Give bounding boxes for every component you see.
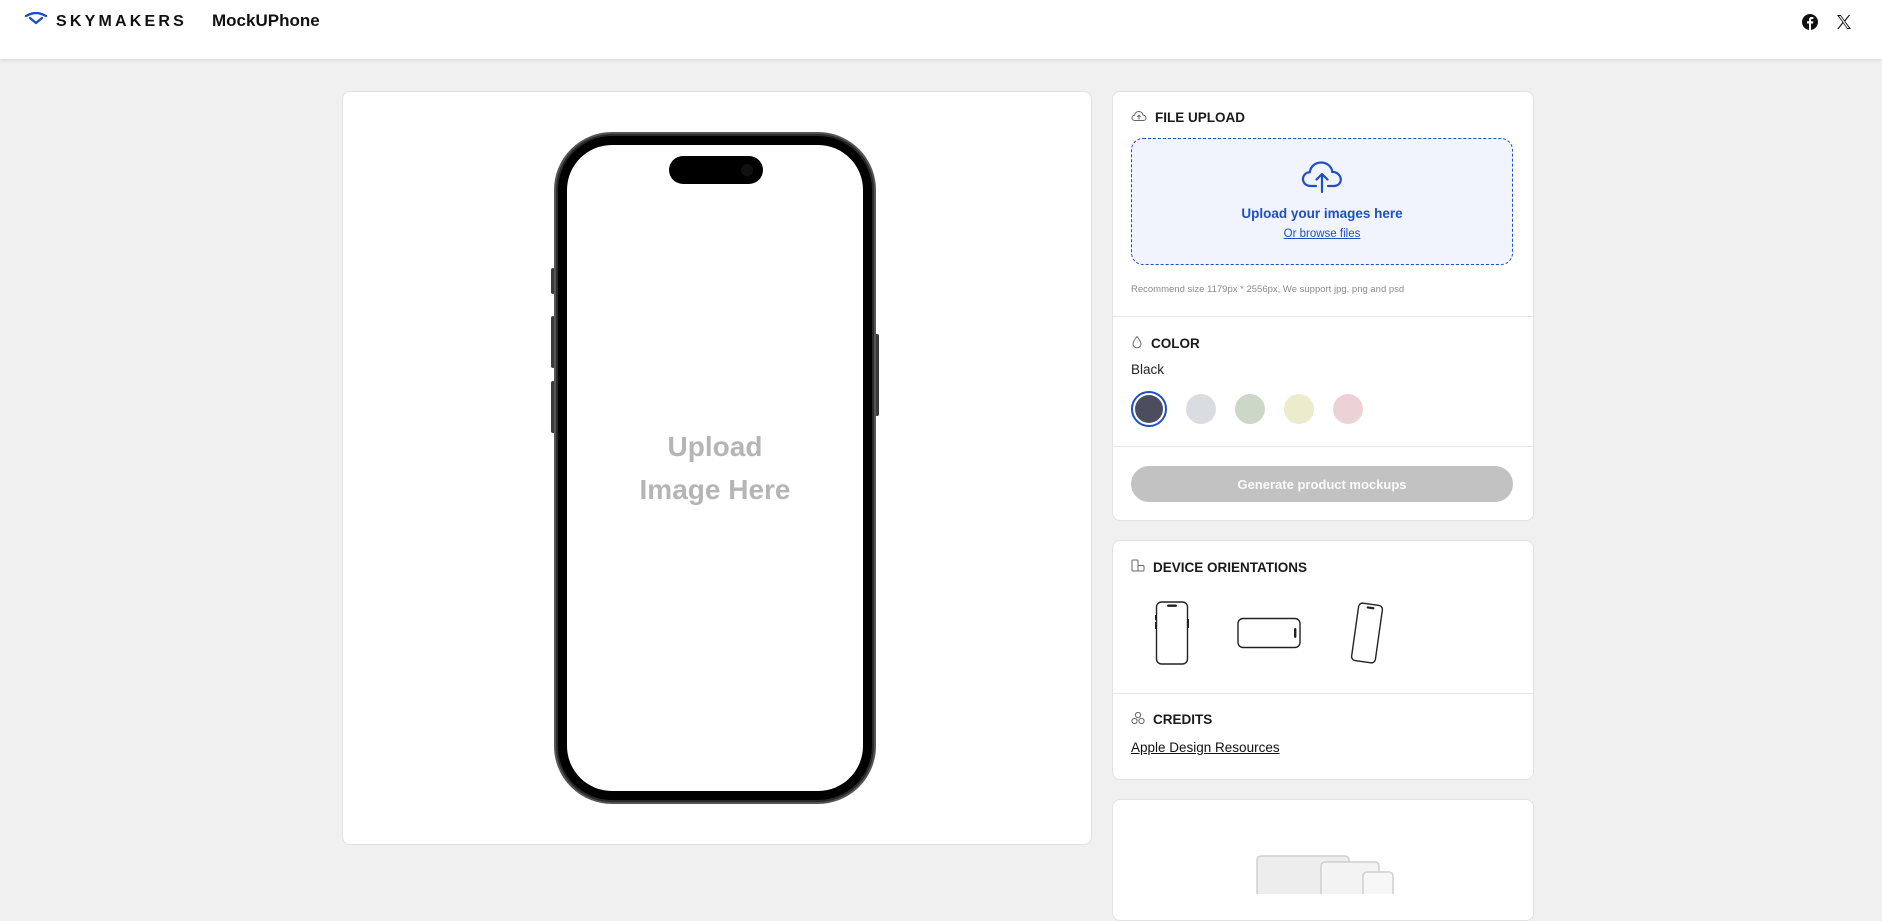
swatch-black[interactable]: [1131, 391, 1167, 427]
skymakers-logo-icon: [24, 11, 48, 31]
upload-placeholder-line2: Image Here: [639, 474, 791, 505]
orientation-credits-card: DEVICE ORIENTATIONS CREDITS Apple Design…: [1112, 540, 1534, 780]
facebook-icon[interactable]: [1802, 14, 1818, 30]
product-name[interactable]: MockUPhone: [212, 11, 320, 31]
selected-color-name: Black: [1131, 362, 1165, 377]
device-orientations-title: DEVICE ORIENTATIONS: [1153, 560, 1308, 575]
promo-card: [1112, 799, 1534, 921]
cloud-upload-large-icon: [1300, 159, 1344, 198]
settings-card: FILE UPLOAD Upload your images here Or b…: [1112, 91, 1534, 521]
mockup-preview-panel: Upload Image Here: [342, 91, 1092, 845]
x-icon[interactable]: [1836, 14, 1852, 30]
top-header: SKYMAKERS MockUPhone: [0, 0, 1882, 59]
devices-illustration-icon: [1255, 854, 1405, 899]
brand-logo[interactable]: SKYMAKERS: [24, 11, 188, 31]
upload-placeholder-line1: Upload: [667, 431, 763, 462]
credits-title: CREDITS: [1153, 712, 1213, 727]
tilted-orientation-icon[interactable]: [1349, 601, 1385, 665]
phone-screen[interactable]: Upload Image Here: [567, 145, 863, 791]
upload-size-hint: Recommend size 1179px * 2556px, We suppo…: [1131, 284, 1405, 295]
brand-name: SKYMAKERS: [56, 12, 188, 30]
file-upload-title: FILE UPLOAD: [1155, 110, 1245, 125]
swatch-yellow[interactable]: [1284, 394, 1314, 424]
color-title: COLOR: [1151, 336, 1200, 351]
orientation-icon: [1131, 559, 1145, 576]
browse-files-link[interactable]: Or browse files: [1284, 228, 1361, 240]
color-swatches: [1131, 391, 1363, 427]
swatch-green[interactable]: [1235, 394, 1265, 424]
generate-mockups-button[interactable]: Generate product mockups: [1131, 466, 1513, 502]
swatch-black-fill: [1135, 395, 1163, 423]
file-upload-header: FILE UPLOAD: [1131, 110, 1245, 125]
swatch-pink[interactable]: [1333, 394, 1363, 424]
camera-lens: [741, 164, 753, 176]
swatch-white[interactable]: [1186, 394, 1216, 424]
upload-placeholder: Upload Image Here: [640, 425, 791, 511]
section-divider: [1113, 693, 1533, 694]
color-header: COLOR: [1131, 335, 1200, 352]
social-links: [1802, 14, 1852, 30]
orientation-options: [1155, 601, 1385, 665]
portrait-orientation-icon[interactable]: [1155, 601, 1189, 665]
device-orientations-header: DEVICE ORIENTATIONS: [1131, 559, 1307, 576]
section-divider: [1113, 316, 1533, 317]
section-divider: [1113, 446, 1533, 447]
cloud-upload-icon: [1131, 110, 1147, 125]
credits-icon: [1131, 711, 1145, 728]
credits-header: CREDITS: [1131, 711, 1212, 728]
file-dropzone[interactable]: Upload your images here Or browse files: [1131, 138, 1513, 265]
droplet-icon: [1131, 335, 1143, 352]
phone-mockup[interactable]: Upload Image Here: [551, 132, 879, 804]
dynamic-island: [669, 156, 763, 184]
landscape-orientation-icon[interactable]: [1237, 617, 1301, 649]
dropzone-title: Upload your images here: [1241, 206, 1403, 221]
apple-design-resources-link[interactable]: Apple Design Resources: [1131, 740, 1280, 755]
